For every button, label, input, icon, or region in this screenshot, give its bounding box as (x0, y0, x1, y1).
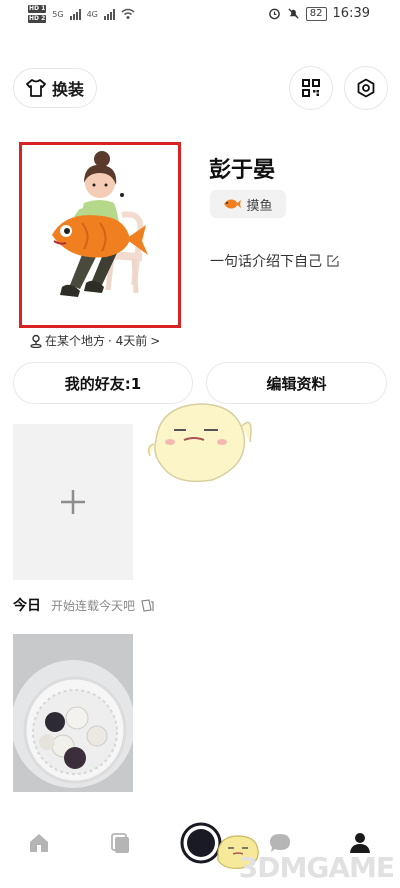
status-left: HD 1 HD 2 5G 4G (28, 4, 135, 24)
location-arrow: > (150, 333, 161, 348)
network-type-2: 4G (86, 9, 98, 19)
sim2-badge: HD 2 (28, 15, 47, 23)
today-hint-text: 开始连载今天吧 (51, 599, 136, 613)
fish-icon (224, 199, 242, 209)
mood-tag[interactable]: 摸鱼 (210, 190, 286, 218)
pages-icon (141, 599, 154, 612)
bio-text: 一句话介绍下自己 (210, 254, 322, 270)
mute-icon (288, 8, 299, 19)
today-label: 今日 (13, 598, 41, 614)
cards-icon (111, 833, 129, 853)
status-bar: HD 1 HD 2 5G 4G 82 16:39 (0, 0, 400, 30)
location-text: 在某个地方 (45, 334, 106, 348)
qr-code-button[interactable] (289, 66, 333, 110)
outfit-label: 换装 (51, 80, 84, 99)
alarm-icon (268, 8, 280, 20)
today-photo[interactable] (13, 634, 133, 792)
username: 彭于晏 (209, 158, 276, 183)
qr-code-icon (302, 79, 320, 97)
location-info[interactable]: 在某个地方 · 4天前 > (30, 332, 160, 349)
battery-level: 82 (305, 6, 327, 21)
wifi-icon (121, 8, 135, 19)
nav-home[interactable] (28, 832, 50, 854)
add-post-tile[interactable] (13, 424, 133, 580)
sim1-badge: HD 1 (28, 5, 47, 13)
signal-icon (69, 8, 81, 20)
bio-prompt[interactable]: 一句话介绍下自己 (210, 251, 339, 271)
settings-button[interactable] (344, 66, 388, 110)
watermark: 3DMGAME (238, 851, 395, 884)
avatar[interactable] (19, 142, 181, 328)
location-time: · 4天前 (108, 334, 148, 348)
tag-label: 摸鱼 (246, 198, 273, 214)
nav-cards[interactable] (110, 832, 132, 854)
location-pin-icon (30, 334, 42, 348)
fish-mascot-sticker (147, 403, 252, 483)
today-hint[interactable]: 开始连载今天吧 (51, 597, 154, 614)
status-right: 82 16:39 (268, 6, 370, 21)
outfit-button[interactable]: 换装 (13, 68, 97, 108)
plus-icon (61, 490, 85, 514)
tshirt-icon (26, 79, 46, 97)
signal-icon-2 (103, 8, 115, 20)
gear-icon (357, 78, 375, 98)
avatar-illustration (52, 151, 148, 297)
edit-icon (327, 255, 339, 267)
clock: 16:39 (332, 6, 370, 21)
home-icon (30, 834, 48, 852)
network-type-1: 5G (52, 9, 64, 19)
dessert-photo (13, 634, 133, 792)
